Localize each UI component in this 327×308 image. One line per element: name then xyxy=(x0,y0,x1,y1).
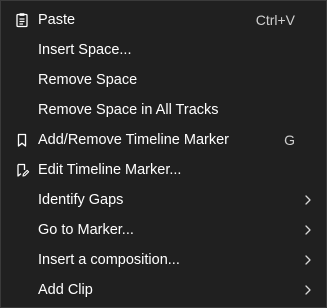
menu-item-shortcut: Ctrl+V xyxy=(255,12,295,28)
menu-item-label: Paste xyxy=(38,12,76,28)
menu-item-label: Add Clip xyxy=(38,282,93,298)
clipboard-icon xyxy=(16,13,28,28)
bookmark-icon xyxy=(17,133,27,147)
chevron-right-icon xyxy=(305,255,311,265)
menu-item-add-clip[interactable]: Add Clip xyxy=(5,275,322,305)
menu-item-label: Remove Space xyxy=(38,72,138,88)
chevron-right-icon xyxy=(305,195,311,205)
chevron-right-icon xyxy=(305,225,311,235)
menu-item-edit-timeline-marker[interactable]: Edit Timeline Marker... xyxy=(5,155,322,185)
menu-item-label: Edit Timeline Marker... xyxy=(38,162,182,178)
menu-item-paste[interactable]: Paste Ctrl+V xyxy=(5,5,322,35)
bookmark-edit-icon xyxy=(17,163,30,177)
menu-item-label: Identify Gaps xyxy=(38,192,124,208)
menu-item-label: Insert a composition... xyxy=(38,252,180,268)
chevron-right-icon xyxy=(305,285,311,295)
context-menu: Paste Ctrl+V Insert Space... Remove Spac… xyxy=(0,0,327,308)
menu-item-identify-gaps[interactable]: Identify Gaps xyxy=(5,185,322,215)
menu-item-remove-space-all-tracks[interactable]: Remove Space in All Tracks xyxy=(5,95,322,125)
menu-item-label: Go to Marker... xyxy=(38,222,134,238)
menu-item-insert-space[interactable]: Insert Space... xyxy=(5,35,322,65)
menu-item-remove-space[interactable]: Remove Space xyxy=(5,65,322,95)
menu-item-go-to-marker[interactable]: Go to Marker... xyxy=(5,215,322,245)
menu-item-label: Insert Space... xyxy=(38,42,132,58)
menu-item-insert-composition[interactable]: Insert a composition... xyxy=(5,245,322,275)
menu-item-shortcut: G xyxy=(284,132,295,148)
menu-item-label: Remove Space in All Tracks xyxy=(38,102,219,118)
menu-item-add-remove-timeline-marker[interactable]: Add/Remove Timeline Marker G xyxy=(5,125,322,155)
menu-item-label: Add/Remove Timeline Marker xyxy=(38,132,229,148)
